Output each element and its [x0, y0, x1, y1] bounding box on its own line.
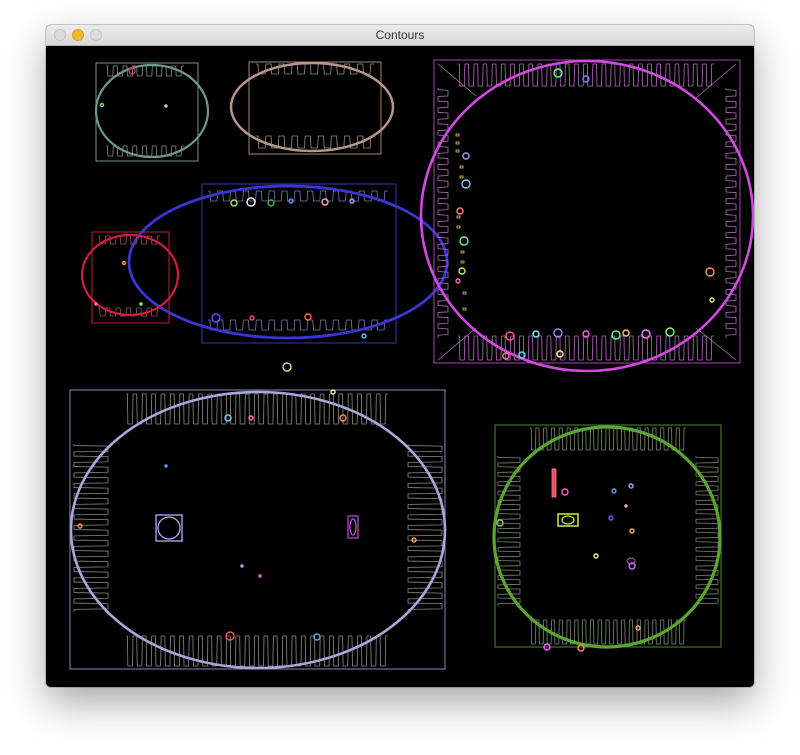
app-window: Contours [46, 25, 754, 687]
bottom-left-chip-fitted-ellipse [69, 390, 447, 670]
bottom-right-inner-features [551, 468, 636, 565]
right-magenta-chip-bounding-box [433, 59, 741, 364]
top-middle-chip [229, 61, 395, 155]
top-left-chip [94, 62, 210, 162]
right-magenta-chip-fitted-ellipse [419, 59, 754, 373]
bottom-right-chip-fitted-ellipse [492, 425, 722, 649]
component-contours [77, 67, 715, 652]
center-blue-chip-bounding-box [201, 183, 397, 344]
top-left-chip-fitted-ellipse [94, 63, 210, 159]
contours-canvas [46, 46, 754, 687]
bottom-right-chip [492, 424, 722, 649]
bottom-left-inner-features [155, 514, 359, 542]
magenta-corner-traces [437, 63, 737, 361]
top-middle-chip-bounding-box [248, 61, 382, 155]
top-middle-chip-fitted-ellipse [229, 61, 395, 153]
bottom-left-chip [69, 389, 447, 670]
contours-image [69, 59, 754, 670]
window-title: Contours [375, 28, 425, 42]
title-bar[interactable]: Contours [46, 25, 754, 46]
right-magenta-chip [419, 59, 754, 373]
